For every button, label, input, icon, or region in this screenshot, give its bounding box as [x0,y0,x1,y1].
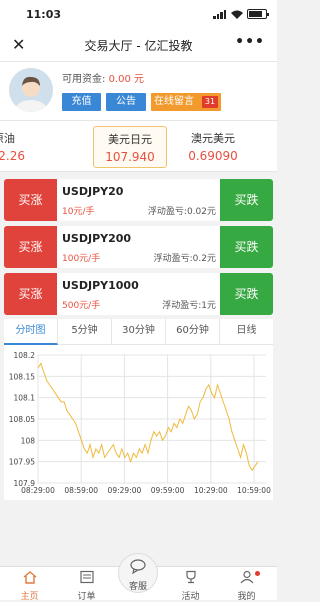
quote-name: 美元日元 [108,133,152,146]
pair-row: 买涨 USDJPY1000 500元/手 浮动盈亏:1元 买跌 [4,273,273,315]
home-icon [23,571,36,584]
bottom-tab-bar: 主页 订单 客服 活动 我的 [0,553,277,602]
y-tick-label: 108.1 [14,394,36,403]
pair-symbol: USDJPY20 [62,185,124,198]
x-tick-label: 08:59:00 [64,486,98,495]
notice-button[interactable]: 公告 [106,93,146,111]
quote-price: 107.940 [105,150,155,164]
x-tick-label: 10:29:00 [194,486,228,495]
pair-price: 10元/手 [62,207,95,217]
more-icon[interactable]: ••• [235,34,265,50]
y-tick-label: 108 [21,436,36,445]
buy-up-button[interactable]: 买涨 [4,179,57,221]
quote-card[interactable]: 欧 1 [262,126,277,168]
tab-daily[interactable]: 日线 [220,319,273,345]
tab-5min[interactable]: 5分钟 [58,319,112,345]
quote-price: 1 [262,149,277,163]
buy-down-button[interactable]: 买跌 [220,226,273,268]
pair-row: 买涨 USDJPY20 10元/手 浮动盈亏:0.02元 买跌 [4,179,273,221]
x-tick-label: 08:29:00 [21,486,55,495]
user-icon [240,570,253,584]
available-funds: 可用资金: 0.00 元 [62,70,144,85]
quote-name: 欧 [262,130,277,146]
pair-row: 买涨 USDJPY200 100元/手 浮动盈亏:0.2元 买跌 [4,226,273,268]
quote-card[interactable]: 澳元美元 0.69090 [176,126,250,168]
chat-icon [130,559,146,575]
x-tick-label: 09:29:00 [108,486,142,495]
online-message-label: 在线留言 [154,96,194,107]
buy-up-button[interactable]: 买涨 [4,273,57,315]
tab-label: 我的 [237,592,256,602]
battery-icon [247,9,269,19]
pair-price: 100元/手 [62,254,101,264]
quote-price: 0.69090 [188,149,238,163]
trophy-icon [185,570,196,584]
quote-price: 332.26 [0,149,25,163]
pair-pnl: 浮动盈亏:1元 [162,301,216,311]
status-time: 11:03 [26,8,62,21]
tab-label: 订单 [77,592,96,602]
quotes-strip[interactable]: 原油 332.26 美元日元 107.940 澳元美元 0.69090 欧 1 [0,120,277,172]
tab-minute[interactable]: 分时图 [4,319,58,345]
quote-card-active[interactable]: 美元日元 107.940 [93,126,167,168]
x-tick-label: 09:59:00 [151,486,185,495]
nav-bar: ✕ 交易大厅 - 亿汇投教 ••• [0,28,277,62]
y-tick-label: 108.15 [9,372,35,381]
quote-card[interactable]: 原油 332.26 [0,126,41,168]
tab-30min[interactable]: 30分钟 [112,319,166,345]
pair-symbol: USDJPY1000 [62,279,139,292]
status-icons [213,9,269,19]
orders-icon [79,570,94,584]
tab-activity[interactable]: 活动 [163,567,218,602]
buy-down-button[interactable]: 买跌 [220,273,273,315]
avatar[interactable] [9,68,53,112]
quote-name: 澳元美元 [191,132,235,145]
x-tick-label: 10:59:00 [237,486,271,495]
tab-60min[interactable]: 60分钟 [166,319,220,345]
message-count-badge: 31 [202,96,218,108]
tab-service[interactable]: 客服 [118,553,158,593]
y-tick-label: 108.05 [9,415,35,424]
funds-label: 可用资金: [62,74,106,85]
status-bar: 11:03 [0,0,277,28]
price-chart[interactable]: 108.2 108.15 108.1 108.05 108 107.95 107.9 08:2… [4,345,273,500]
y-tick-label: 107.95 [9,458,35,467]
price-chart-svg: 108.2108.15108.1108.05108107.95107.908:2… [9,351,271,495]
buy-down-button[interactable]: 买跌 [220,179,273,221]
online-message-button[interactable]: 在线留言 31 [151,93,221,111]
account-panel: 可用资金: 0.00 元 充值 公告 在线留言 31 [0,62,277,120]
tab-orders[interactable]: 订单 [59,567,114,602]
pair-pnl: 浮动盈亏:0.2元 [153,254,216,264]
buy-up-button[interactable]: 买涨 [4,226,57,268]
timeframe-tabs: 分时图 5分钟 30分钟 60分钟 日线 [4,319,273,345]
recharge-button[interactable]: 充值 [62,93,101,111]
tab-label: 主页 [20,592,39,602]
wifi-icon [231,10,243,19]
tab-profile[interactable]: 我的 [219,567,274,602]
tab-label: 客服 [128,582,147,592]
pair-symbol: USDJPY200 [62,232,132,245]
price-line [37,362,259,472]
y-tick-label: 108.2 [14,351,36,360]
funds-value: 0.00 元 [108,74,145,85]
pair-pnl: 浮动盈亏:0.02元 [147,207,216,217]
signal-icon [213,9,227,19]
tab-home[interactable]: 主页 [2,567,57,602]
tab-label: 活动 [181,592,200,602]
quote-name: 原油 [0,132,15,145]
notification-dot [255,571,260,576]
avatar-icon [9,68,53,112]
pair-price: 500元/手 [62,301,101,311]
